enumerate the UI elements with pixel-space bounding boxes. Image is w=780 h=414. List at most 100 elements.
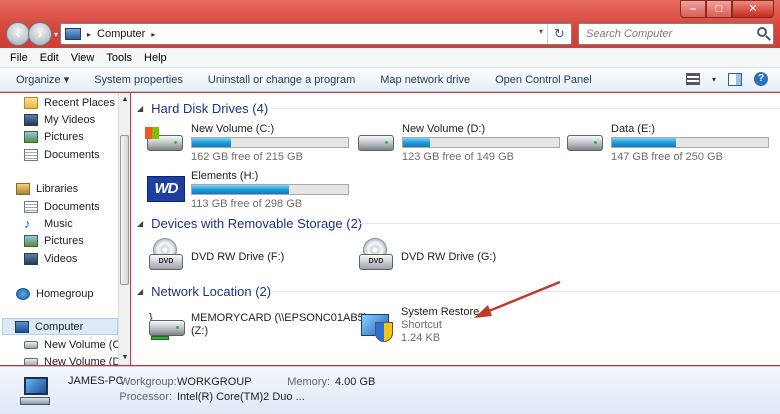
usage-fill: [192, 138, 231, 147]
nav-item-lib-documents[interactable]: Documents: [24, 198, 100, 215]
system-restore-shortcut[interactable]: System Restore Shortcut 1.24 KB: [359, 306, 519, 350]
group-header-removable-storage[interactable]: ◢ Devices with Removable Storage (2): [137, 215, 362, 231]
system-properties-button[interactable]: System properties: [86, 74, 191, 86]
minimize-button[interactable]: –: [680, 0, 706, 18]
breadcrumb-arrow-icon[interactable]: ▸: [151, 30, 155, 39]
network-drive-memorycard[interactable]: MEMORYCARD (\\EPSONC01AB5) (Z:) }: [149, 312, 367, 352]
menu-view[interactable]: View: [65, 52, 101, 64]
dvd-drive-f[interactable]: DVD DVD RW Drive (F:): [149, 238, 349, 278]
drive-free-space: 123 GB free of 149 GB: [402, 151, 514, 163]
menu-file[interactable]: File: [4, 52, 34, 64]
collapse-arrow-icon[interactable]: ◢: [137, 219, 143, 228]
drive-tile-d[interactable]: New Volume (D:) 123 GB free of 149 GB: [358, 121, 568, 163]
collapse-arrow-icon[interactable]: ◢: [137, 287, 143, 296]
group-header-hard-disk-drives[interactable]: ◢ Hard Disk Drives (4): [137, 100, 268, 116]
nav-label: Pictures: [44, 130, 84, 143]
usage-fill: [612, 138, 676, 147]
drive-name: Elements (H:): [191, 170, 259, 182]
pictures-folder-icon: [24, 130, 38, 143]
content-pane: ◢ Hard Disk Drives (4) New Volume (C:) 16…: [131, 93, 780, 365]
view-controls: ▾ ?: [685, 72, 768, 86]
dvd-drive-icon: DVD: [359, 238, 393, 274]
drive-usage-bar: [191, 184, 349, 195]
nav-label: Documents: [44, 200, 100, 213]
menu-help[interactable]: Help: [138, 52, 173, 64]
memory-value: 4.00 GB: [335, 376, 376, 388]
computer-icon: [65, 28, 81, 40]
breadcrumb-arrow-icon[interactable]: ▸: [87, 30, 91, 39]
recent-pages-dropdown[interactable]: ▾: [54, 30, 58, 39]
nav-item-computer[interactable]: Computer: [2, 318, 118, 335]
group-title: Network Location (2): [151, 283, 272, 299]
help-icon[interactable]: ?: [754, 72, 768, 86]
title-bar: – □ ✕ ‹ › ▾ ▸ Computer ▸ ▾ ↻ Search Comp…: [0, 0, 780, 48]
music-note-icon: ♪: [24, 215, 31, 231]
group-header-network-location[interactable]: ◢ Network Location (2): [137, 283, 271, 299]
map-network-drive-button[interactable]: Map network drive: [372, 74, 478, 86]
uninstall-program-button[interactable]: Uninstall or change a program: [200, 74, 363, 86]
usage-fill: [192, 185, 289, 194]
view-options-dropdown-icon[interactable]: ▾: [712, 75, 716, 84]
nav-label: Music: [44, 217, 73, 230]
nav-label: New Volume (D:): [44, 355, 128, 366]
computer-name: JAMES-PC: [68, 375, 124, 387]
drive-tile-h[interactable]: WD Elements (H:) 113 GB free of 298 GB: [147, 168, 357, 210]
collapse-arrow-icon[interactable]: ◢: [137, 104, 143, 113]
memory-label: Memory:: [287, 376, 330, 388]
videos-library-icon: [24, 252, 38, 265]
nav-item-music[interactable]: ♪ Music: [24, 215, 73, 232]
drive-usage-bar: [402, 137, 560, 148]
search-icon[interactable]: [757, 27, 767, 37]
menu-bar: File Edit View Tools Help: [0, 48, 780, 68]
navigation-pane: Recent Places My Videos Pictures Documen…: [0, 93, 130, 365]
scroll-down-arrow-icon[interactable]: ▼: [119, 351, 131, 365]
nav-item-lib-pictures[interactable]: Pictures: [24, 232, 84, 249]
scrollbar-thumb[interactable]: [120, 135, 129, 285]
nav-item-drive-c[interactable]: New Volume (C:): [24, 336, 127, 353]
dvd-drive-g[interactable]: DVD DVD RW Drive (G:): [359, 238, 559, 278]
shortcut-size: 1.24 KB: [401, 332, 441, 344]
drive-usage-bar: [611, 137, 769, 148]
drive-free-space: 113 GB free of 298 GB: [191, 198, 303, 210]
open-control-panel-button[interactable]: Open Control Panel: [487, 74, 600, 86]
drive-usage-bar: [191, 137, 349, 148]
forward-button[interactable]: ›: [28, 22, 52, 46]
group-divider: [273, 291, 780, 292]
homegroup-icon: [16, 287, 30, 300]
address-dropdown-icon[interactable]: ▾: [539, 27, 543, 36]
documents-library-icon: [24, 200, 38, 213]
nav-item-videos[interactable]: Videos: [24, 250, 77, 267]
change-view-icon[interactable]: [685, 73, 700, 85]
breadcrumb-computer[interactable]: Computer: [97, 28, 145, 40]
drive-free-space: 162 GB free of 215 GB: [191, 151, 303, 163]
nav-label: Recent Places: [44, 96, 115, 109]
back-button[interactable]: ‹: [6, 22, 30, 46]
computer-icon: [20, 377, 50, 405]
close-button[interactable]: ✕: [732, 0, 774, 18]
menu-edit[interactable]: Edit: [34, 52, 65, 64]
drive-tile-c[interactable]: New Volume (C:) 162 GB free of 215 GB: [145, 121, 357, 163]
nav-item-drive-d[interactable]: New Volume (D:): [24, 353, 127, 365]
address-bar[interactable]: ▸ Computer ▸ ▾ ↻: [60, 23, 572, 45]
navigation-scrollbar[interactable]: ▲ ▼: [118, 93, 130, 365]
nav-item-pictures[interactable]: Pictures: [24, 128, 84, 145]
nav-item-recent-places[interactable]: Recent Places: [24, 94, 115, 111]
nav-item-my-videos[interactable]: My Videos: [24, 111, 95, 128]
search-input[interactable]: Search Computer: [578, 23, 774, 45]
menu-tools[interactable]: Tools: [100, 52, 138, 64]
drive-icon: [24, 340, 38, 349]
nav-label: Homegroup: [36, 287, 94, 300]
preview-pane-icon[interactable]: [728, 72, 742, 86]
system-restore-icon: [361, 308, 395, 342]
nav-item-homegroup[interactable]: Homegroup: [16, 285, 93, 302]
maximize-button[interactable]: □: [706, 0, 732, 18]
refresh-icon[interactable]: ↻: [547, 24, 571, 44]
libraries-icon: [16, 182, 30, 195]
scroll-up-arrow-icon[interactable]: ▲: [119, 93, 131, 107]
details-pane: JAMES-PC Workgroup: WORKGROUP Memory: 4.…: [0, 366, 780, 414]
network-drive-letter: (Z:): [191, 325, 209, 337]
nav-item-libraries[interactable]: Libraries: [16, 180, 78, 197]
organize-button[interactable]: Organize ▾: [8, 73, 77, 86]
drive-tile-e[interactable]: Data (E:) 147 GB free of 250 GB: [567, 121, 777, 163]
nav-item-documents[interactable]: Documents: [24, 146, 100, 163]
